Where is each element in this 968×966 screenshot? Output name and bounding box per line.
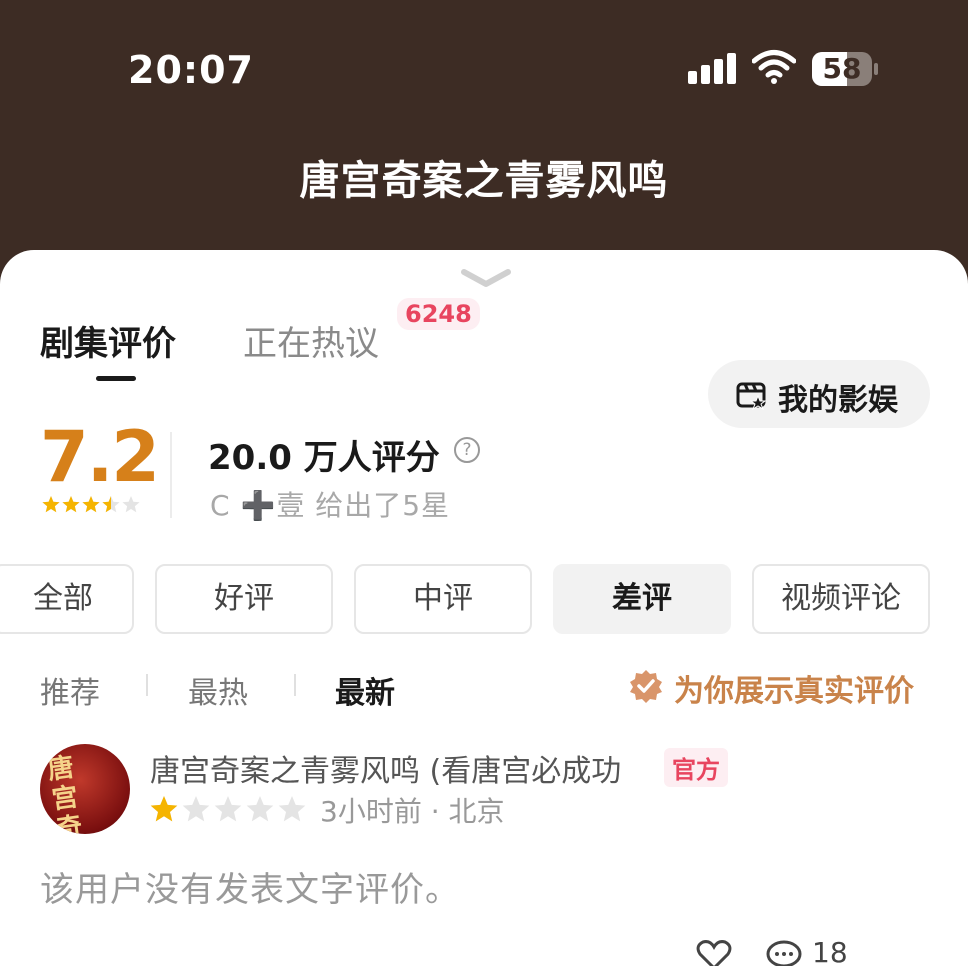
review-meta: 3小时前 · 北京 — [320, 795, 505, 828]
rating-sheet: 剧集评价 正在热议 6248 我的影娱 7.2 20.0 万人评分 ? C ➕壹… — [0, 250, 968, 966]
sort-option[interactable]: 最新 — [335, 668, 395, 712]
my-entertainment-button[interactable]: 我的影娱 — [708, 360, 930, 428]
avatar[interactable]: 唐宫奇案 — [40, 744, 130, 834]
filter-chip[interactable]: 差评 — [553, 564, 731, 634]
tab-underline — [96, 376, 136, 381]
my-entertainment-label: 我的影娱 — [778, 383, 898, 418]
tab-hot-discussion[interactable]: 正在热议 — [243, 316, 379, 365]
comment-icon[interactable] — [766, 940, 802, 966]
filter-chip[interactable]: 中评 — [354, 564, 532, 634]
star-icon-filled — [42, 496, 60, 513]
star-icon-filled — [82, 496, 100, 513]
film-star-icon — [736, 382, 767, 410]
star-icon — [182, 796, 210, 822]
review-author[interactable]: 唐宫奇案之青雾风鸣 (看唐宫必成功 — [150, 746, 621, 790]
signal-icon — [688, 52, 738, 84]
star-icon — [278, 796, 306, 822]
friend-rating-note: C ➕壹 给出了5星 — [210, 489, 451, 522]
help-icon[interactable]: ? — [454, 437, 480, 463]
sort-separator — [146, 674, 148, 696]
star-icon — [246, 796, 274, 822]
hot-count-badge: 6248 — [397, 298, 480, 330]
battery-level: 58 — [822, 52, 862, 85]
score-stars — [42, 496, 140, 513]
avatar-text: 唐宫奇案 — [45, 752, 85, 834]
sort-option[interactable]: 推荐 — [40, 668, 100, 712]
review-action-bar: 18 — [0, 926, 968, 966]
status-bar: 20:07 58 唐宫奇案之青雾风鸣 — [0, 0, 968, 204]
verified-badge-icon — [630, 670, 662, 703]
star-icon-filled — [150, 796, 178, 822]
tab-hot-label: 正在热议 — [243, 324, 379, 364]
review-stars — [150, 796, 306, 822]
filter-chip[interactable]: 视频评论 — [752, 564, 930, 634]
tab-series-review[interactable]: 剧集评价 — [40, 316, 176, 365]
star-icon — [214, 796, 242, 822]
review-text: 该用户没有发表文字评价。 — [40, 870, 460, 910]
wifi-icon — [752, 50, 796, 84]
rating-score: 7.2 — [40, 416, 160, 498]
filter-chip[interactable]: 好评 — [155, 564, 333, 634]
battery-icon: 58 — [812, 52, 878, 86]
real-review-label: 为你展示真实评价 — [674, 674, 914, 709]
filter-chip[interactable]: 全部 — [0, 564, 134, 634]
tab-bar: 剧集评价 正在热议 6248 我的影娱 — [0, 298, 968, 428]
rating-count: 20.0 万人评分 — [208, 438, 440, 478]
official-tag: 官方 — [664, 748, 728, 787]
heart-icon[interactable] — [696, 940, 732, 966]
star-icon-filled — [62, 496, 80, 513]
sort-option[interactable]: 最热 — [188, 668, 248, 712]
score-divider — [170, 432, 172, 518]
star-icon — [122, 496, 140, 513]
page-title: 唐宫奇案之青雾风鸣 — [299, 158, 669, 204]
sort-separator — [294, 674, 296, 696]
chevron-down-icon[interactable] — [458, 264, 514, 290]
status-time: 20:07 — [128, 48, 254, 92]
comment-count: 18 — [812, 936, 848, 966]
